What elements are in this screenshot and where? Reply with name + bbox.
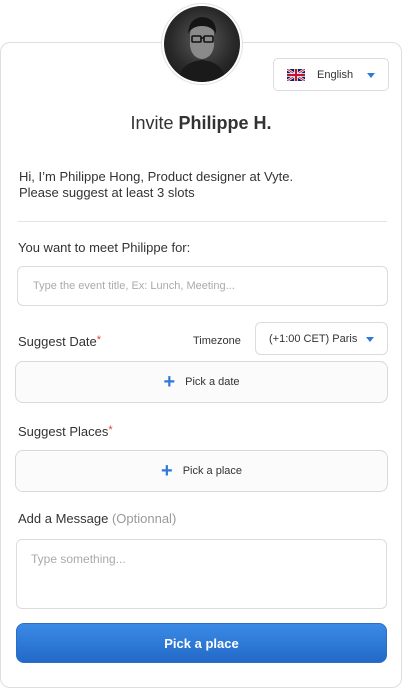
chevron-down-icon [366, 337, 374, 342]
event-title-field[interactable] [17, 266, 388, 306]
pick-place-label: Pick a place [182, 465, 242, 477]
avatar [161, 3, 243, 85]
page-title: Invite Philippe H. [0, 113, 402, 134]
chevron-down-icon [367, 73, 375, 78]
uk-flag-icon [287, 68, 305, 81]
suggest-places-text: Suggest Places [18, 424, 109, 439]
invite-prefix: Invite [130, 113, 174, 133]
message-field[interactable] [16, 539, 387, 609]
intro-line-2: Please suggest at least 3 slots [19, 185, 195, 200]
suggest-date-text: Suggest Date [18, 334, 97, 349]
timezone-select[interactable]: (+1:00 CET) Paris [255, 322, 388, 355]
optional-tag: (Optionnal) [111, 511, 177, 526]
language-select[interactable]: English [273, 58, 389, 91]
pick-place-button[interactable]: + Pick a place [15, 450, 388, 492]
plus-icon: + [163, 371, 176, 393]
divider [18, 221, 387, 222]
message-label-text: Add a Message [18, 511, 109, 526]
invitee-name: Philippe H. [178, 113, 272, 133]
language-label: English [317, 68, 354, 81]
profile-photo [164, 6, 240, 82]
event-label: You want to meet Philippe for: [18, 240, 191, 255]
intro-line-1: Hi, I’m Philippe Hong, Product designer … [19, 169, 294, 184]
person-silhouette-icon [178, 17, 226, 82]
pick-date-label: Pick a date [185, 376, 240, 388]
plus-icon: + [161, 460, 173, 482]
pick-date-button[interactable]: + Pick a date [15, 361, 388, 403]
message-label: Add a Message (Optionnal) [18, 511, 176, 526]
timezone-label: Timezone [193, 335, 241, 347]
suggest-places-label: Suggest Places* [18, 424, 113, 439]
required-mark: * [108, 424, 113, 436]
submit-button[interactable]: Pick a place [16, 623, 387, 663]
suggest-date-label: Suggest Date* [18, 334, 101, 349]
intro-text: Hi, I’m Philippe Hong, Product designer … [19, 169, 379, 201]
event-title-input[interactable] [33, 280, 372, 292]
message-textarea[interactable] [31, 552, 372, 596]
timezone-value: (+1:00 CET) Paris [269, 332, 358, 345]
required-mark: * [96, 334, 102, 346]
